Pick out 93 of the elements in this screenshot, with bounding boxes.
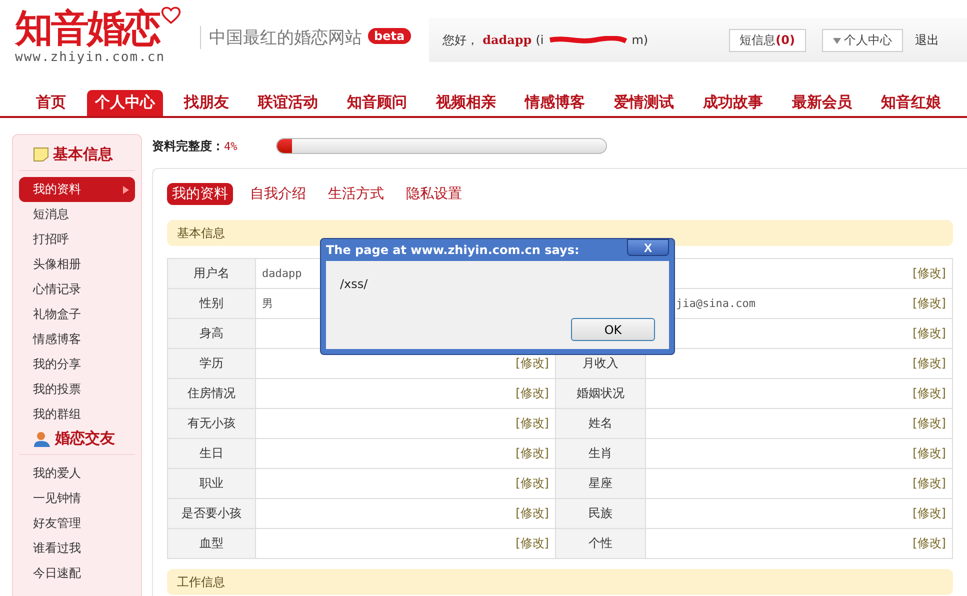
sidebar-heading: 婚恋交友 [55,429,115,448]
section-title: 工作信息 [177,574,225,590]
field-label: 月收入 [582,355,618,372]
sidebar-heading: 基本信息 [53,145,113,164]
edit-link[interactable]: [修改] [912,415,946,432]
sidebar-item[interactable]: 我的投票 [19,377,135,402]
nav-tab[interactable]: 最新会员 [784,90,860,116]
edit-link[interactable]: [修改] [912,445,946,462]
field-label: 血型 [200,535,224,552]
profile-tab[interactable]: 生活方式 [323,183,389,205]
sidebar-item[interactable]: 我的分享 [19,352,135,377]
nav-tab[interactable]: 个人中心 [87,90,163,116]
field-label: 用户名 [194,265,230,282]
edit-link[interactable]: [修改] [516,355,549,372]
edit-link[interactable]: [修改] [516,415,549,432]
edit-link[interactable]: [修改] [912,535,946,552]
field-label: 星座 [588,475,612,492]
note-icon [33,147,49,162]
dialog-message: /xss/ [340,277,369,291]
field-label: 姓名 [588,415,612,432]
nav-tab[interactable]: 联谊活动 [250,90,326,116]
edit-link[interactable]: [修改] [516,445,549,462]
username: dadapp [482,33,532,47]
nav-tab[interactable]: 情感博客 [517,90,593,116]
nav-tab[interactable]: 视频相亲 [428,90,504,116]
completeness-label: 资料完整度： [152,138,224,154]
completeness-value: 4% [224,140,238,152]
nav-tab[interactable]: 爱情测试 [606,90,682,116]
section-title: 基本信息 [177,224,225,242]
sidebar-item[interactable]: 今日速配 [19,561,135,586]
sidebar-item[interactable]: 我的群组 [19,402,135,427]
field-label: 性别 [200,295,224,312]
edit-link[interactable]: [修改] [912,325,946,342]
field-label: 个性 [588,535,612,552]
field-value: jia@sina.com [676,297,756,310]
sidebar-item[interactable]: 我的资料 [19,177,135,202]
edit-link[interactable]: [修改] [516,505,549,522]
messages-button[interactable]: 短信息(0) [728,28,806,52]
field-label: 是否要小孩 [182,505,242,522]
field-label: 生肖 [588,445,612,462]
field-label: 身高 [200,325,224,342]
edit-link[interactable]: [修改] [516,385,549,402]
sidebar-item[interactable]: 心情记录 [19,277,135,302]
edit-link[interactable]: [修改] [912,385,946,402]
email-start: (i [536,33,544,47]
sidebar-item[interactable]: 头像相册 [19,252,135,277]
nav-tab[interactable]: 知音顾问 [339,90,415,116]
edit-link[interactable]: [修改] [516,475,549,492]
profile-tab[interactable]: 我的资料 [167,183,233,205]
heart-icon [160,6,182,24]
edit-link[interactable]: [修改] [912,295,946,312]
edit-link[interactable]: [修改] [912,475,946,492]
sidebar-item[interactable]: 谁看过我 [19,536,135,561]
field-label: 住房情况 [188,385,236,402]
edit-link[interactable]: [修改] [912,355,946,372]
site-url: www.zhiyin.com.cn [15,50,166,65]
sidebar-item[interactable]: 我的爱人 [19,461,135,486]
edit-link[interactable]: [修改] [912,265,946,282]
sidebar-item[interactable]: 打招呼 [19,227,135,252]
beta-badge: beta [368,28,411,44]
profile-tab[interactable]: 自我介绍 [245,183,311,205]
greeting: 您好， [442,32,479,48]
sidebar-item[interactable]: 好友管理 [19,511,135,536]
field-label: 民族 [588,505,612,522]
close-button[interactable]: X [627,239,669,256]
field-value: dadapp [262,267,302,280]
nav-tab[interactable]: 成功故事 [695,90,771,116]
sidebar-item[interactable]: 短消息 [19,202,135,227]
email-end: m) [632,33,648,47]
profile-tab[interactable]: 隐私设置 [401,183,467,205]
slogan: 中国最红的婚恋网站 [200,26,362,49]
field-label: 有无小孩 [188,415,236,432]
ok-button[interactable]: OK [571,318,655,341]
caret-icon [123,186,129,194]
logo-text[interactable]: 知音婚恋 [15,6,159,50]
caret-icon [833,38,841,44]
personal-center-menu[interactable]: 个人中心 [822,28,903,52]
dialog-title: The page at www.zhiyin.com.cn says: [326,243,580,257]
field-value: 男 [262,296,273,311]
person-icon [33,430,51,446]
nav-tab[interactable]: 首页 [28,90,74,116]
sidebar-item[interactable]: 情感博客 [19,327,135,352]
field-label: 生日 [200,445,224,462]
field-label: 职业 [200,475,224,492]
edit-link[interactable]: [修改] [912,505,946,522]
logout-link[interactable]: 退出 [915,32,939,48]
sidebar-item[interactable]: 礼物盒子 [19,302,135,327]
edit-link[interactable]: [修改] [516,535,549,552]
nav-tab[interactable]: 找朋友 [176,90,237,116]
nav-tab[interactable]: 知音红娘 [873,90,949,116]
field-label: 学历 [200,355,224,372]
sidebar-item[interactable]: 一见钟情 [19,486,135,511]
field-label: 婚姻状况 [576,385,624,402]
